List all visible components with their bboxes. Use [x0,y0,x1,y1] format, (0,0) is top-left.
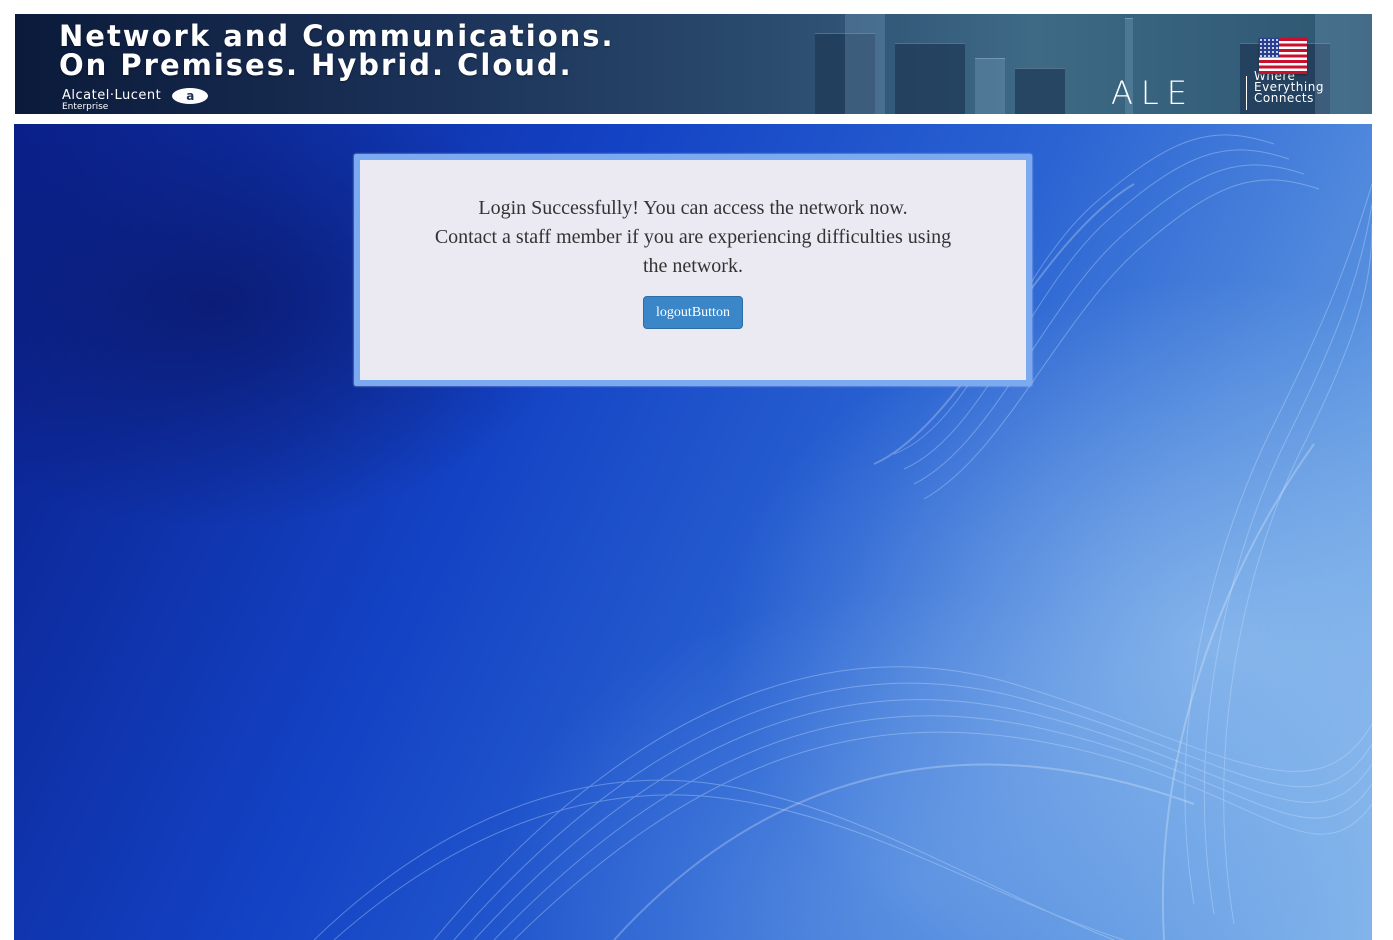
brand-name: Alcatel·Lucent [62,88,162,103]
message-line: Contact a staff member if you are experi… [434,226,952,248]
main-content-area: Login Successfully! You can access the n… [14,124,1372,940]
flag-canton [1259,38,1279,57]
headline-line-2: On Premises. Hybrid. Cloud. [59,48,573,82]
ale-logo: ALE [1111,74,1195,112]
skyline-building [1015,68,1065,114]
skyline-building [845,14,885,114]
ale-divider [1246,76,1247,110]
login-status-panel: Login Successfully! You can access the n… [354,154,1032,386]
skyline-building [975,58,1005,114]
brand-subtitle: Enterprise [62,102,109,112]
skyline-building [895,43,965,114]
logout-button[interactable]: logoutButton [643,296,743,329]
header-banner: Network and Communications. On Premises.… [15,14,1372,114]
alcatel-lucent-logo-icon: a [172,88,209,104]
headline-line-1: Network and Communications. [59,19,615,53]
message-line: the network. [643,255,743,277]
us-flag-icon[interactable] [1259,38,1307,74]
alcatel-lucent-brand: Alcatel·Lucent a Enterprise [62,88,209,112]
login-status-message: Login Successfully! You can access the n… [403,160,983,281]
message-line: Login Successfully! You can access the n… [478,197,908,219]
tagline-line: Connects [1254,91,1314,105]
banner-headline: Network and Communications. On Premises.… [59,22,615,80]
ale-tagline: Where Everything Connects [1254,70,1324,105]
